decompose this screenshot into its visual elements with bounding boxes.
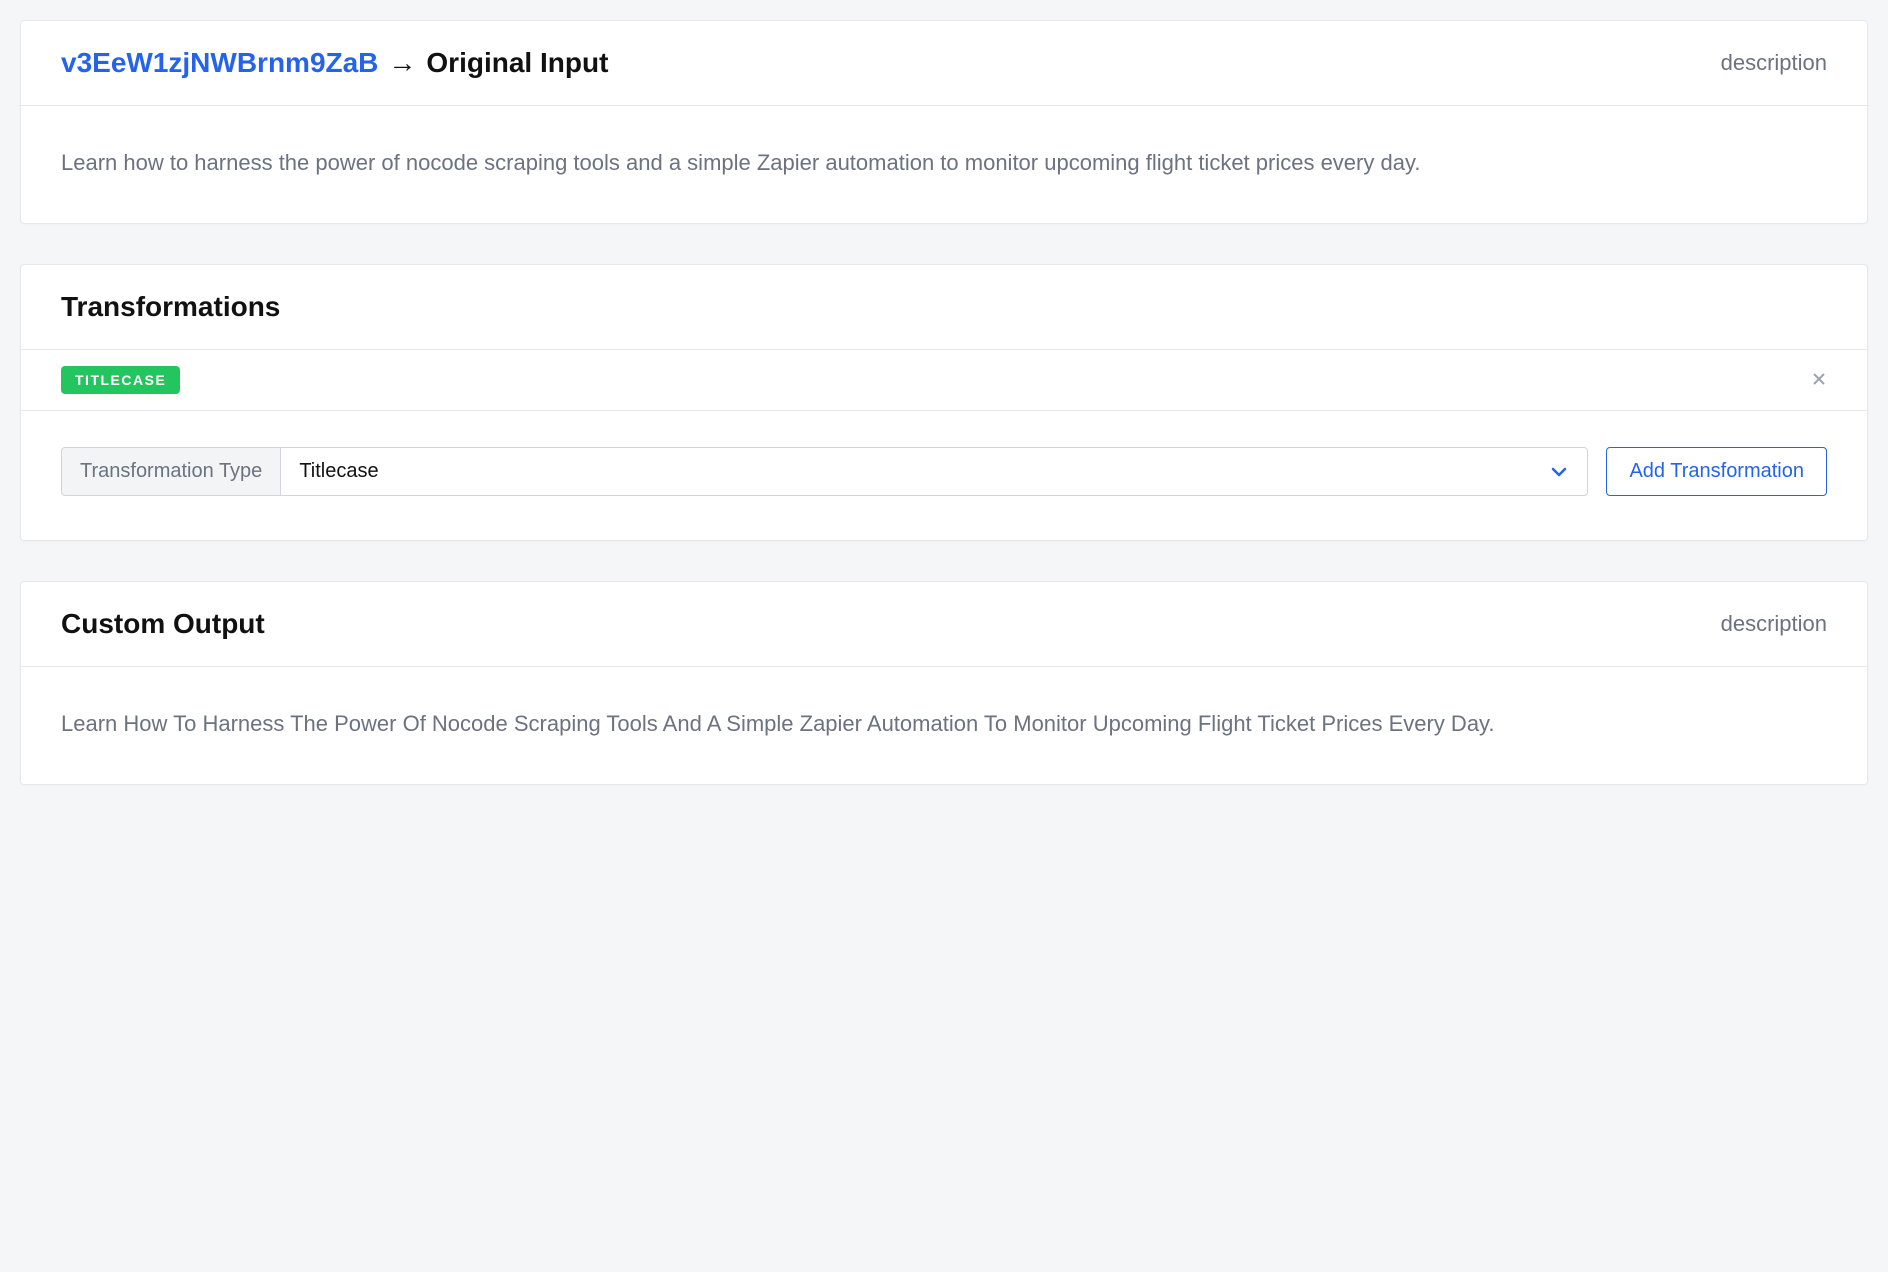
titlecase-pill[interactable]: TITLECASE <box>61 366 180 394</box>
original-input-text: Learn how to harness the power of nocode… <box>61 146 1827 179</box>
arrow-right-icon: → <box>388 47 416 79</box>
select-value: Titlecase <box>299 460 378 483</box>
breadcrumb-id-link[interactable]: v3EeW1zjNWBrnm9ZaB <box>61 47 378 79</box>
custom-output-text: Learn How To Harness The Power Of Nocode… <box>61 707 1827 740</box>
original-input-header: v3EeW1zjNWBrnm9ZaB → Original Input desc… <box>21 21 1867 106</box>
custom-output-card: Custom Output description Learn How To H… <box>20 581 1868 785</box>
transformation-type-label: Transformation Type <box>61 447 280 496</box>
transformations-card: Transformations TITLECASE Transformation… <box>20 264 1868 541</box>
transformation-pill-row: TITLECASE <box>21 350 1867 411</box>
custom-output-body: Learn How To Harness The Power Of Nocode… <box>21 667 1867 784</box>
transformation-form-row: Transformation Type Titlecase Add Transf… <box>21 411 1867 540</box>
transformations-title: Transformations <box>61 291 1827 323</box>
description-label: description <box>1721 611 1827 637</box>
transformation-type-select[interactable]: Titlecase <box>280 447 1588 496</box>
custom-output-title: Custom Output <box>61 608 265 640</box>
custom-output-header: Custom Output description <box>21 582 1867 667</box>
close-icon[interactable] <box>1811 369 1827 391</box>
original-input-body: Learn how to harness the power of nocode… <box>21 106 1867 223</box>
add-transformation-button[interactable]: Add Transformation <box>1606 447 1827 496</box>
original-input-card: v3EeW1zjNWBrnm9ZaB → Original Input desc… <box>20 20 1868 224</box>
transformations-header: Transformations <box>21 265 1867 350</box>
chevron-down-icon <box>1549 462 1569 482</box>
breadcrumb-current: Original Input <box>426 47 608 79</box>
description-label: description <box>1721 50 1827 76</box>
breadcrumb: v3EeW1zjNWBrnm9ZaB → Original Input <box>61 47 608 79</box>
